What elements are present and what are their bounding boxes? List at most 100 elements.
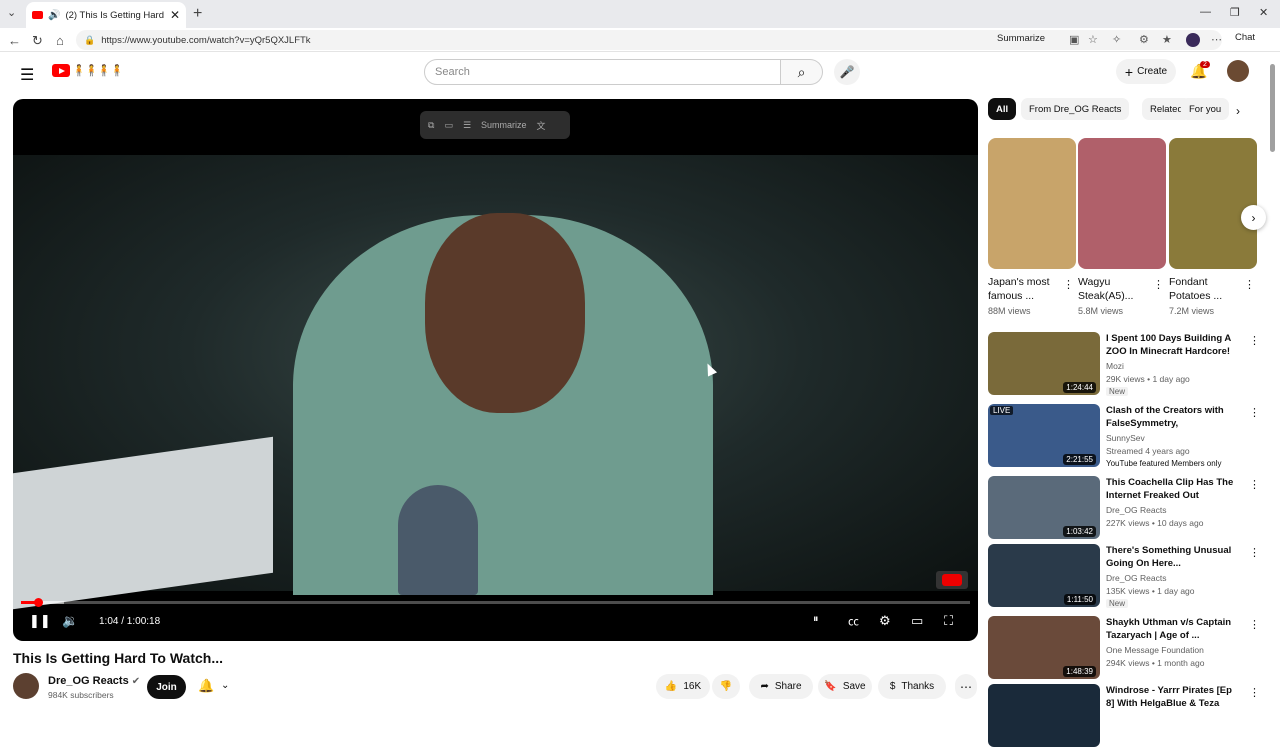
home-icon[interactable]: ⌂ [56,33,64,48]
youtube-logo-icon[interactable] [52,64,70,77]
subscribed-bell-icon[interactable]: 🔔 [198,678,214,694]
capture-icon[interactable]: ▭ [444,120,453,131]
short-thumbnail[interactable] [1169,138,1257,269]
search-input[interactable]: Search [424,59,781,85]
create-button[interactable]: + Create [1116,59,1176,84]
more-actions-button[interactable]: ⋯ [955,674,977,699]
translate-icon[interactable]: ⚙ [1139,33,1149,46]
overlay-summarize-label[interactable]: Summarize [481,120,527,130]
rec-title[interactable]: Clash of the Creators with FalseSymmetry… [1106,404,1240,430]
channel-avatar[interactable] [13,673,39,699]
rec-title[interactable]: I Spent 100 Days Building A ZOO In Minec… [1106,332,1240,358]
short-title[interactable]: Wagyu Steak(A5)... [1078,275,1153,303]
reload-icon[interactable]: ↻ [32,33,43,49]
recommendation-item[interactable]: 1:11:50 There's Something Unusual Going … [988,544,1260,609]
autoplay-toggle-icon[interactable]: ⏸ [813,613,819,626]
back-icon[interactable]: ← [8,33,21,48]
rec-menu-icon[interactable]: ⋮ [1249,478,1260,491]
short-thumbnail[interactable] [988,138,1076,269]
rec-menu-icon[interactable]: ⋮ [1249,686,1260,699]
page-scrollbar[interactable] [1268,62,1276,720]
translate-overlay-icon[interactable]: 文 [537,119,546,132]
settings-gear-icon[interactable]: ⚙ [879,613,891,629]
pause-icon[interactable]: ❚❚ [29,613,51,629]
chip-all[interactable]: All [988,98,1017,120]
rec-channel[interactable]: Dre_OG Reacts [1106,573,1166,583]
rec-channel[interactable]: SunnySev [1106,433,1145,443]
close-window-icon[interactable]: ✕ [1259,6,1268,19]
rec-channel[interactable]: Dre_OG Reacts [1106,505,1166,515]
account-avatar[interactable] [1227,60,1249,82]
youtube-watermark-icon[interactable] [936,571,968,589]
browser-tab-active[interactable]: 🔊 (2) This Is Getting Hard To Watch... ✕ [26,2,186,28]
short-menu-icon[interactable]: ⋮ [1153,278,1164,291]
rec-menu-icon[interactable]: ⋮ [1249,406,1260,419]
rec-title[interactable]: Windrose - Yarrr Pirates [Ep 8] With Hel… [1106,684,1240,710]
profile-avatar-icon[interactable] [1186,33,1200,47]
short-menu-icon[interactable]: ⋮ [1063,278,1074,291]
subscription-chevron-icon[interactable]: ⌄ [221,680,229,691]
favorite-star-icon[interactable]: ☆ [1088,33,1098,46]
channel-name[interactable]: Dre_OG Reacts [48,675,129,687]
short-title[interactable]: Fondant Potatoes ... [1169,275,1244,303]
like-button[interactable]: 👍 16K [656,674,710,699]
short-item[interactable]: Wagyu Steak(A5)... 5.8M views ⋮ [1078,138,1166,316]
summarize-overlay-icon[interactable]: ☰ [463,120,471,131]
recommendation-item[interactable]: LIVE 2:21:55 Clash of the Creators with … [988,404,1260,469]
rec-menu-icon[interactable]: ⋮ [1249,618,1260,631]
shorts-next-button[interactable]: › [1241,205,1266,230]
rec-channel[interactable]: Mozi [1106,361,1124,371]
short-menu-icon[interactable]: ⋮ [1244,278,1255,291]
channel-name-row[interactable]: Dre_OG Reacts ✔ [48,675,140,687]
close-tab-icon[interactable]: ✕ [170,8,180,22]
short-item[interactable]: Fondant Potatoes ... 7.2M views ⋮ [1169,138,1257,316]
join-button[interactable]: Join [147,675,186,699]
copilot-chat-button[interactable]: Chat [1235,32,1255,43]
settings-more-icon[interactable]: ⋯ [1211,33,1222,46]
recommendation-item[interactable]: 1:03:42 This Coachella Clip Has The Inte… [988,476,1260,541]
rec-thumbnail[interactable] [988,684,1100,747]
chip-for-you[interactable]: For you [1181,98,1230,120]
reading-view-icon[interactable]: ▣ [1069,33,1079,46]
dislike-button[interactable]: 👎 [712,674,740,699]
new-tab-button[interactable]: + [193,5,202,23]
url-field[interactable]: 🔒 https://www.youtube.com/watch?v=yQr5QX… [76,30,1222,50]
scrubber-handle[interactable] [33,598,43,607]
fullscreen-icon[interactable]: ⛶ [944,613,953,629]
short-item[interactable]: Japan's most famous ... 88M views ⋮ [988,138,1076,316]
video-player[interactable]: ⧉ ▭ ☰ Summarize 文 ❚❚ 🔉 1:04 / 1:00:18 ⏸ … [13,99,978,641]
save-button[interactable]: 🔖 Save [818,674,872,699]
theater-mode-icon[interactable]: ▭ [911,613,923,629]
recommendation-item[interactable]: Windrose - Yarrr Pirates [Ep 8] With Hel… [988,684,1260,749]
captions-icon[interactable]: ㏄ [848,613,859,629]
rec-menu-icon[interactable]: ⋮ [1249,546,1260,559]
rec-title[interactable]: Shaykh Uthman v/s Captain Tazaryach | Ag… [1106,616,1240,642]
recommendation-item[interactable]: 1:24:44 I Spent 100 Days Building A ZOO … [988,332,1260,397]
summarize-button[interactable]: Summarize [997,33,1045,44]
pip-icon[interactable]: ⧉ [428,120,434,131]
favorites-icon[interactable]: ★ [1162,33,1172,46]
recommendation-item[interactable]: 1:48:39 Shaykh Uthman v/s Captain Tazary… [988,616,1260,681]
voice-search-button[interactable]: 🎤 [834,59,860,85]
menu-icon[interactable]: ☰ [20,65,34,85]
short-title[interactable]: Japan's most famous ... [988,275,1063,303]
rec-channel[interactable]: One Message Foundation [1106,645,1204,655]
site-info-icon[interactable]: 🔒 [84,35,95,46]
minimize-icon[interactable]: — [1200,6,1211,18]
tab-list-chevron-icon[interactable]: ⌄ [7,6,16,19]
rec-title[interactable]: There's Something Unusual Going On Here.… [1106,544,1240,570]
restore-icon[interactable]: ❐ [1230,6,1240,19]
short-thumbnail[interactable] [1078,138,1166,269]
rec-title[interactable]: This Coachella Clip Has The Internet Fre… [1106,476,1240,502]
share-button[interactable]: ➦ Share [749,674,813,699]
progress-bar[interactable] [21,598,970,607]
extensions-icon[interactable]: ✧ [1112,33,1121,46]
rec-menu-icon[interactable]: ⋮ [1249,334,1260,347]
chips-next-icon[interactable]: › [1236,104,1240,118]
thanks-button[interactable]: $ Thanks [878,674,946,699]
speaker-icon[interactable]: 🔊 [48,10,60,21]
chip-from-channel[interactable]: From Dre_OG Reacts [1021,98,1130,120]
scrollbar-thumb[interactable] [1270,64,1275,152]
volume-icon[interactable]: 🔉 [62,613,78,629]
doodle-logo[interactable]: 🧍🧍🧍🧍 [72,64,124,77]
